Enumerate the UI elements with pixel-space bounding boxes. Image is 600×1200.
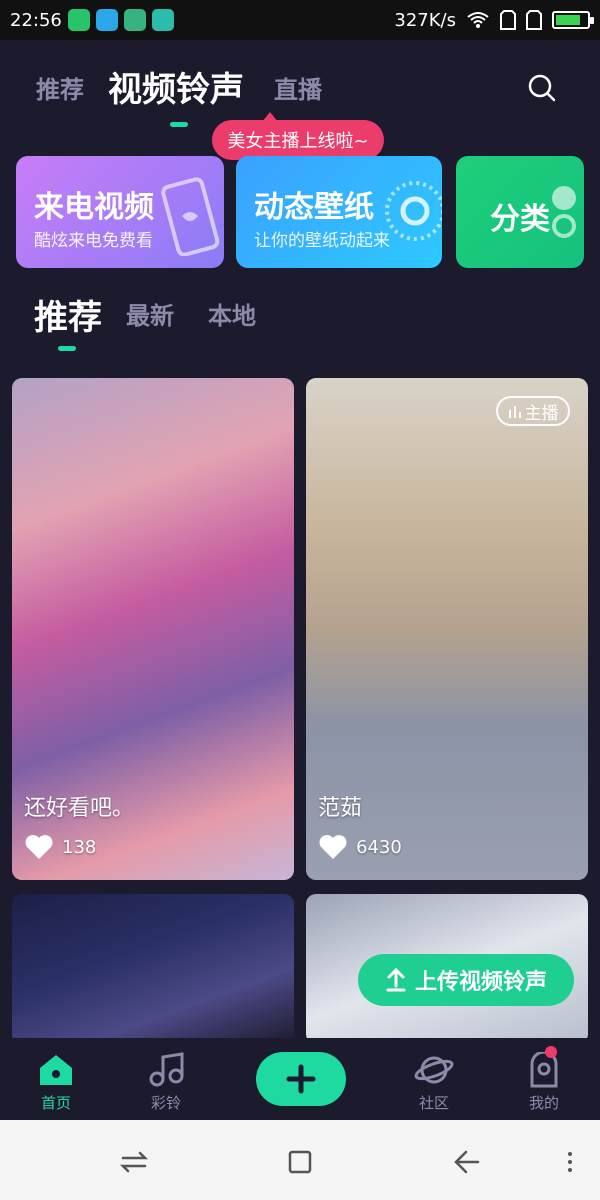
bottom-navigation: 首页 彩铃 社区 我的 (0, 1038, 600, 1120)
card-title: 分类 (490, 202, 550, 237)
battery-icon (552, 11, 594, 29)
nav-label: 彩铃 (150, 1094, 181, 1112)
search-icon[interactable] (528, 74, 556, 102)
home-square-icon[interactable] (286, 1148, 314, 1176)
map-app-icon (123, 9, 146, 31)
nav-community[interactable]: 社区 (394, 1052, 474, 1113)
tab-video-ringtone[interactable]: 视频铃声 (108, 62, 244, 111)
nav-home[interactable]: 首页 (16, 1052, 96, 1113)
tab-active-indicator (170, 122, 188, 127)
video-likes: 6430 (318, 834, 402, 860)
tab-recommend[interactable]: 推荐 (36, 70, 84, 105)
menu-dots-icon[interactable] (556, 1148, 584, 1176)
top-navigation: 推荐 视频铃声 直播 (0, 40, 600, 130)
sim1-icon (500, 10, 516, 30)
like-count: 6430 (356, 836, 402, 858)
sim2-icon (526, 10, 542, 30)
incoming-call-video-card[interactable]: 来电视频 酷炫来电免费看 (16, 156, 224, 268)
video-card[interactable]: 还好看吧。 138 (12, 378, 294, 880)
upload-icon (386, 968, 406, 992)
back-icon[interactable] (452, 1148, 480, 1176)
live-promo-text: 美女主播上线啦~ (227, 131, 369, 152)
card-title: 来电视频 (34, 190, 154, 225)
category-icon (552, 186, 576, 238)
upload-label: 上传视频铃声 (414, 970, 547, 995)
status-time: 22:56 (10, 9, 62, 31)
tab-live[interactable]: 直播 (274, 70, 322, 105)
create-button[interactable] (256, 1052, 346, 1106)
subtab-local[interactable]: 本地 (208, 296, 256, 331)
video-card[interactable] (12, 894, 294, 1044)
sub-tabs: 推荐 最新 本地 (0, 280, 600, 350)
network-speed: 327K/s (394, 9, 456, 31)
video-likes: 138 (24, 834, 96, 860)
card-title: 动态壁纸 (254, 190, 374, 225)
dynamic-wallpaper-card[interactable]: 动态壁纸 让你的壁纸动起来 (236, 156, 442, 268)
status-left: 22:56 (10, 9, 174, 31)
live-promo-badge[interactable]: 美女主播上线啦~ (212, 112, 384, 160)
video-title: 还好看吧。 (24, 796, 135, 821)
switch-app-icon[interactable] (120, 1148, 148, 1176)
live-tag: 主播 (496, 396, 570, 426)
notification-dot (545, 1046, 557, 1058)
category-card[interactable]: 分类 (456, 156, 584, 268)
live-bars-icon (508, 406, 521, 418)
planet-icon (414, 1056, 454, 1084)
status-bar: 22:56 327K/s (0, 0, 600, 40)
nav-label: 首页 (40, 1094, 71, 1112)
live-tag-label: 主播 (524, 403, 559, 424)
usb-icon (151, 9, 174, 31)
home-icon (40, 1055, 72, 1085)
subtab-latest[interactable]: 最新 (126, 296, 174, 331)
nav-profile[interactable]: 我的 (504, 1052, 584, 1113)
feature-cards: 来电视频 酷炫来电免费看 动态壁纸 让你的壁纸动起来 分类 (0, 156, 600, 270)
nav-label: 我的 (528, 1094, 559, 1112)
music-icon (149, 1052, 184, 1087)
nav-ringtone[interactable]: 彩铃 (126, 1052, 206, 1113)
blue-app-icon (95, 9, 118, 31)
card-subtitle: 酷炫来电免费看 (34, 231, 153, 251)
video-grid: 还好看吧。 138 主播 范茹 6430 (0, 378, 600, 1044)
system-navigation-bar (0, 1120, 600, 1200)
nav-label: 社区 (418, 1094, 449, 1112)
heart-icon (319, 835, 347, 859)
profile-icon (530, 1052, 558, 1088)
subtab-recommend[interactable]: 推荐 (34, 290, 102, 339)
upload-video-ringtone-button[interactable]: 上传视频铃声 (358, 954, 574, 1006)
phone-heart-icon (161, 177, 220, 256)
card-subtitle: 让你的壁纸动起来 (254, 231, 390, 251)
wifi-icon (467, 12, 489, 28)
green-app-icon (67, 9, 90, 31)
battery-fill (556, 15, 580, 25)
like-count: 138 (62, 836, 97, 858)
video-title: 范茹 (318, 796, 363, 821)
video-card[interactable]: 主播 范茹 6430 (306, 378, 588, 880)
heart-icon (25, 835, 53, 859)
wallpaper-ring-icon (385, 181, 442, 241)
status-right: 327K/s (394, 9, 594, 31)
subtab-active-indicator (58, 346, 76, 351)
plus-icon (286, 1064, 316, 1094)
